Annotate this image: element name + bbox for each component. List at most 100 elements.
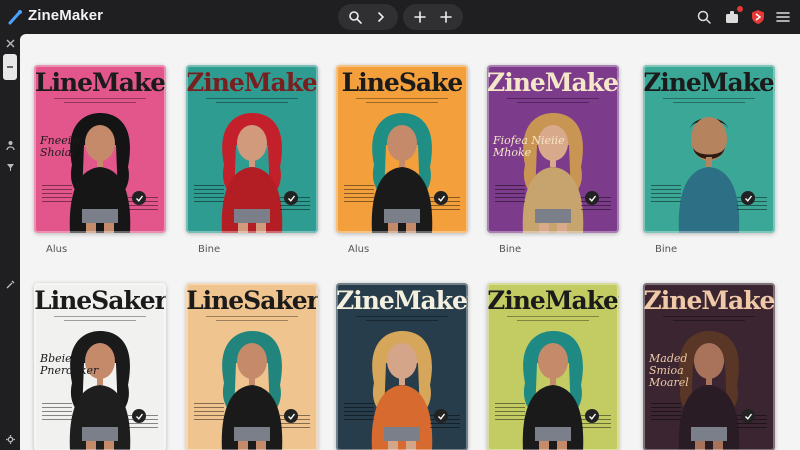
shorts (234, 427, 270, 441)
rail-filter-button[interactable] (3, 160, 17, 174)
torso (678, 167, 740, 233)
zine-card[interactable]: LineSake (336, 65, 468, 233)
zine-masthead: ZineMaker (186, 68, 318, 97)
leg (256, 223, 266, 233)
cover-blurb (651, 185, 681, 221)
check-stamp-icon (741, 409, 755, 423)
leg (238, 441, 248, 450)
leg (406, 441, 416, 450)
card-caption: Alus (348, 244, 370, 255)
leg (238, 223, 248, 233)
zine-card[interactable]: ZineMaker (487, 283, 619, 450)
leg (388, 441, 398, 450)
zine-masthead: LineSaker (186, 286, 318, 315)
check-stamp-icon (741, 191, 755, 205)
notification-dot (737, 6, 743, 12)
face (538, 343, 568, 379)
top-bar: ZineMaker (0, 0, 800, 34)
face (387, 125, 417, 161)
person-icon (5, 140, 15, 150)
masthead-underline (54, 98, 146, 103)
leg (86, 223, 96, 233)
face (387, 343, 417, 379)
cover-headline: Fiofea Nieiie Mhoke (493, 134, 565, 159)
rail-person-button[interactable] (3, 138, 17, 152)
plus-icon (440, 11, 452, 23)
add-group (403, 4, 463, 30)
panel-drag-handle[interactable] (3, 54, 17, 80)
face (237, 125, 267, 161)
check-stamp-icon (284, 409, 298, 423)
check-stamp-icon (284, 191, 298, 205)
shorts (535, 427, 571, 441)
main-menu-button[interactable] (773, 7, 793, 27)
zine-card[interactable]: ZineMake Maded Smioa Moarel (643, 283, 775, 450)
card-caption: Bine (499, 244, 522, 255)
leg (695, 441, 705, 450)
shorts (535, 209, 571, 223)
menu-icon (776, 12, 790, 22)
profile-button[interactable] (748, 7, 768, 27)
masthead-underline (206, 98, 298, 103)
masthead-underline (54, 316, 146, 321)
zine-masthead: LineMake (34, 68, 166, 97)
check-stamp-icon (585, 191, 599, 205)
masthead-underline (663, 98, 755, 103)
navigation-group (338, 4, 398, 30)
shorts (234, 209, 270, 223)
zine-masthead: ZineMaker (643, 68, 775, 97)
leg (557, 441, 567, 450)
cover-blurb (344, 403, 374, 439)
rail-settings-button[interactable] (3, 432, 17, 446)
neck (550, 375, 556, 385)
face (237, 343, 267, 379)
cover-blurb (651, 403, 681, 439)
zine-card[interactable]: ZineMaker (336, 283, 468, 450)
profile-badge-icon (752, 10, 764, 24)
search-icon (349, 11, 362, 24)
neck (706, 157, 712, 167)
zine-masthead: LineSaker (34, 286, 166, 315)
cover-blurb (194, 185, 224, 221)
leg (104, 223, 114, 233)
shorts (691, 427, 727, 441)
leg (104, 441, 114, 450)
zine-card[interactable]: LineSaker (186, 283, 318, 450)
shorts (384, 427, 420, 441)
check-stamp-icon (132, 191, 146, 205)
masthead-underline (507, 98, 599, 103)
forward-button[interactable] (366, 4, 396, 30)
left-rail (0, 34, 20, 450)
leg (86, 441, 96, 450)
check-stamp-icon (434, 191, 448, 205)
header-search-button[interactable] (694, 7, 714, 27)
zine-card[interactable]: LineSaker Bbeier Pnerdaker (34, 283, 166, 450)
leg (406, 223, 416, 233)
rail-tool-button[interactable] (3, 277, 17, 291)
app-title: ZineMaker (28, 7, 104, 24)
zine-masthead: ZineMake (643, 286, 775, 315)
plus-icon (414, 11, 426, 23)
filter-icon (6, 163, 14, 171)
cover-blurb (42, 403, 72, 439)
masthead-underline (507, 316, 599, 321)
cover-blurb (495, 185, 525, 221)
cover-headline: Maded Smioa Moarel (649, 352, 689, 389)
add-element-button[interactable] (431, 4, 461, 30)
extensions-button[interactable] (722, 6, 743, 27)
cover-blurb (194, 403, 224, 439)
zine-card[interactable]: LineMake Fneeiw Shoial (34, 65, 166, 233)
zine-gallery: LineMake Fneeiw Shoial Alus ZineMaker Bine… (20, 34, 800, 450)
zine-card[interactable]: ZineMaker (186, 65, 318, 233)
neck (249, 375, 255, 385)
close-panel-button[interactable] (3, 36, 17, 50)
card-caption: Bine (655, 244, 678, 255)
shorts (384, 209, 420, 223)
leg (256, 441, 266, 450)
close-icon (6, 39, 14, 47)
zine-card[interactable]: ZineMaker (643, 65, 775, 233)
cover-blurb (495, 403, 525, 439)
zine-card[interactable]: ZineMaker Fiofea Nieiie Mhoke (487, 65, 619, 233)
zine-masthead: ZineMaker (487, 68, 619, 97)
check-stamp-icon (132, 409, 146, 423)
